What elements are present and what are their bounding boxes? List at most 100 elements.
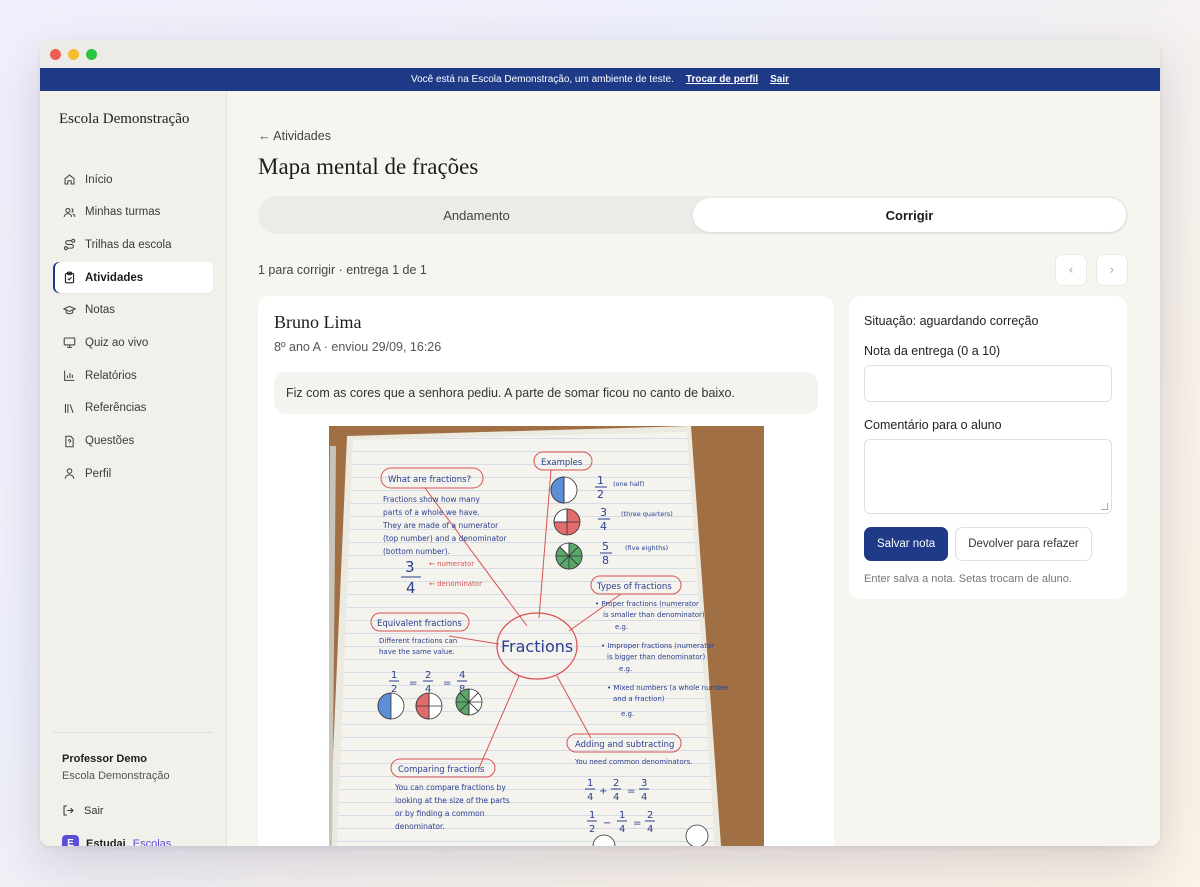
sidebar-item-label: Minhas turmas: [85, 206, 161, 219]
svg-text:2: 2: [589, 824, 595, 835]
minimize-window-button[interactable]: [68, 48, 79, 60]
user-name: Professor Demo: [62, 753, 147, 765]
previous-submission-button[interactable]: ‹: [1055, 254, 1087, 286]
users-icon: [63, 207, 76, 217]
student-message: Fiz com as cores que a senhora pediu. A …: [274, 372, 818, 414]
sidebar-item-label: Quiz ao vivo: [85, 336, 149, 349]
sidebar-item-minhas-turmas[interactable]: Minhas turmas: [53, 197, 213, 228]
library-icon: [64, 403, 74, 413]
notebook-examples-title: Examples: [541, 458, 583, 468]
sidebar-item-questoes[interactable]: Questões: [53, 426, 213, 457]
sidebar-item-notas[interactable]: Notas: [53, 295, 213, 326]
logout-button[interactable]: Sair: [62, 804, 204, 817]
sidebar-nav: Início Minhas turmas Trilhas da escola A…: [40, 164, 226, 489]
sidebar-item-label: Atividades: [85, 271, 144, 284]
grading-panel: Situação: aguardando correção Nota da en…: [849, 296, 1127, 599]
notebook-add-line: You need common denominators.: [574, 758, 692, 766]
save-grade-button[interactable]: Salvar nota: [864, 527, 949, 561]
maximize-window-button[interactable]: [86, 48, 97, 60]
svg-text:=: =: [409, 678, 417, 689]
logout-icon: [63, 805, 74, 816]
submission-pager: ‹ ›: [1055, 254, 1128, 286]
grade-input[interactable]: [864, 365, 1112, 402]
submission-meta: 8º ano A · enviou 29/09, 16:26: [274, 340, 442, 354]
demo-banner: Você está na Escola Demonstração, um amb…: [40, 68, 1160, 91]
svg-text:4: 4: [613, 792, 619, 803]
notebook-types-line: • Proper fractions (numerator: [595, 600, 699, 608]
sidebar-item-inicio[interactable]: Início: [53, 164, 213, 195]
sidebar-item-label: Questões: [85, 435, 135, 447]
window-titlebar: [40, 40, 1160, 68]
svg-text:4: 4: [600, 520, 607, 533]
svg-text:3: 3: [600, 506, 607, 519]
notebook-types-line: e.g.: [615, 623, 628, 631]
svg-text:4: 4: [641, 792, 647, 803]
sidebar-item-perfil[interactable]: Perfil: [53, 458, 213, 489]
notebook-what-line: (top number) and a denominator: [383, 534, 508, 543]
notebook-compare-line: looking at the size of the parts: [395, 796, 510, 805]
notebook-types-line: is bigger than denominator): [607, 653, 705, 661]
svg-text:1: 1: [391, 670, 397, 681]
notebook-types-line: e.g.: [621, 710, 634, 718]
submission-photo-wrap: Fractions What are fractions? Fractions …: [274, 426, 818, 846]
product-suffix: Escolas: [132, 837, 172, 847]
svg-text:+: +: [599, 786, 607, 797]
notebook-compare-line: or by finding a common: [395, 809, 485, 818]
notebook-denominator-label: ← denominator: [429, 580, 482, 588]
main-content: ← Atividades Mapa mental de frações Anda…: [227, 91, 1160, 846]
submission-photo[interactable]: Fractions What are fractions? Fractions …: [328, 426, 764, 846]
notebook-types-line: • Mixed numbers (a whole number: [607, 684, 729, 692]
svg-text:8: 8: [602, 554, 609, 567]
user-school: Escola Demonstração: [62, 770, 170, 782]
submission-card: Bruno Lima 8º ano A · enviou 29/09, 16:2…: [258, 296, 834, 846]
student-name: Bruno Lima: [274, 312, 362, 332]
submission-status: Situação: aguardando correção: [864, 314, 1039, 328]
sidebar-item-trilhas[interactable]: Trilhas da escola: [53, 229, 213, 260]
logout-label: Sair: [84, 804, 104, 817]
return-for-redo-button[interactable]: Devolver para refazer: [955, 527, 1092, 561]
bar-chart-icon: [64, 370, 75, 382]
svg-text:3: 3: [641, 778, 647, 789]
sidebar-item-referencias[interactable]: Referências: [53, 393, 213, 424]
sidebar-item-label: Notas: [85, 304, 116, 317]
notebook-example-1: (one half): [613, 480, 644, 488]
close-window-button[interactable]: [50, 48, 61, 60]
next-submission-button[interactable]: ›: [1096, 254, 1128, 286]
product-name: Estudai: [86, 837, 126, 847]
notebook-compare-line: denominator.: [395, 822, 445, 831]
product-brand: E Estudai Escolas: [62, 835, 204, 846]
notebook-types-line: • Improper fractions (numerator: [601, 642, 714, 650]
notebook-equiv-title: Equivalent fractions: [377, 619, 462, 629]
notebook-example-3: (five eighths): [625, 544, 668, 552]
route-icon: [63, 239, 76, 251]
notebook-numerator-label: ← numerator: [429, 560, 474, 568]
grading-progress: 1 para corrigir · entrega 1 de 1: [258, 263, 427, 277]
svg-text:2: 2: [647, 810, 653, 821]
svg-text:1: 1: [597, 474, 604, 487]
comment-textarea[interactable]: [864, 439, 1112, 514]
clipboard-icon: [64, 271, 75, 284]
content-row: Bruno Lima 8º ano A · enviou 29/09, 16:2…: [258, 296, 1128, 846]
grade-label: Nota da entrega (0 a 10): [864, 344, 1001, 358]
notebook-what-line: (bottom number).: [383, 547, 450, 556]
svg-text:−: −: [603, 818, 611, 829]
tab-corrigir[interactable]: Corrigir: [693, 198, 1126, 232]
sidebar-item-quiz-ao-vivo[interactable]: Quiz ao vivo: [53, 327, 213, 358]
svg-text:=: =: [443, 678, 451, 689]
sidebar: Escola Demonstração Início Minhas turmas…: [40, 91, 227, 846]
keyboard-hint: Enter salva a nota. Setas trocam de alun…: [864, 573, 1072, 585]
back-to-activities-link[interactable]: ← Atividades: [258, 129, 331, 143]
svg-text:4: 4: [587, 792, 593, 803]
svg-text:3: 3: [405, 558, 415, 576]
notebook-what-title: What are fractions?: [388, 475, 471, 485]
tab-andamento[interactable]: Andamento: [260, 198, 693, 232]
sidebar-item-relatorios[interactable]: Relatórios: [53, 360, 213, 391]
banner-exit-link[interactable]: Sair: [770, 74, 789, 85]
svg-text:=: =: [633, 818, 641, 829]
svg-text:1: 1: [587, 778, 593, 789]
switch-profile-link[interactable]: Trocar de perfil: [686, 74, 758, 85]
notebook-types-line: e.g.: [619, 665, 632, 673]
sidebar-item-atividades[interactable]: Atividades: [53, 262, 213, 294]
comment-label: Comentário para o aluno: [864, 418, 1002, 432]
sidebar-item-label: Relatórios: [85, 369, 137, 382]
